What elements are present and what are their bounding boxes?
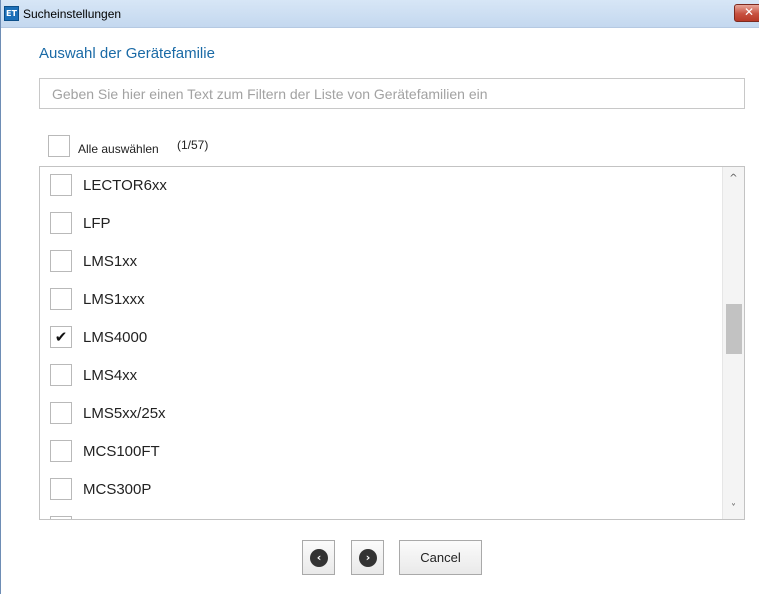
chevron-left-icon: ‹ — [310, 549, 328, 567]
select-all-checkbox[interactable] — [48, 135, 70, 157]
list-item-lms1xx[interactable]: LMS1xx — [40, 243, 720, 281]
item-label: LMS4xx — [83, 367, 138, 384]
window-title: Sucheinstellungen — [23, 7, 122, 21]
list-item-lms4xx[interactable]: LMS4xx — [40, 357, 720, 395]
list-item-lms1xxx[interactable]: LMS1xxx — [40, 281, 720, 319]
selection-count: (1/57) — [177, 138, 209, 152]
item-label: MCS300P — [83, 481, 152, 498]
item-checkbox[interactable] — [50, 250, 72, 272]
item-checkbox-checked[interactable]: ✔ — [50, 326, 72, 348]
list-item-lms5xx-25x[interactable]: LMS5xx/25x — [40, 395, 720, 433]
list-item-mcs300p[interactable]: MCS300P — [40, 471, 720, 509]
item-label: MCS100FT — [83, 443, 160, 460]
chevron-right-icon: › — [359, 549, 377, 567]
search-settings-dialog: ET Sucheinstellungen ✕ Auswahl der Gerät… — [0, 0, 759, 594]
close-icon: ✕ — [744, 5, 755, 19]
item-label: LMS1xx — [83, 253, 138, 270]
item-label: LFP — [83, 215, 111, 232]
list-item-lector6xx[interactable]: LECTOR6xx — [40, 167, 720, 205]
partial-item-checkbox[interactable] — [50, 516, 72, 519]
item-checkbox[interactable] — [50, 402, 72, 424]
scroll-up-icon[interactable]: ^ — [723, 170, 744, 188]
item-checkbox[interactable] — [50, 440, 72, 462]
close-button[interactable]: ✕ — [734, 4, 759, 22]
item-checkbox[interactable] — [50, 364, 72, 386]
list-item-mcs100ft[interactable]: MCS100FT — [40, 433, 720, 471]
next-button[interactable]: › — [351, 540, 384, 575]
item-checkbox[interactable] — [50, 174, 72, 196]
item-label: LMS5xx/25x — [83, 405, 166, 422]
select-all-label: Alle auswählen — [78, 142, 159, 156]
item-checkbox[interactable] — [50, 478, 72, 500]
list-item-lfp[interactable]: LFP — [40, 205, 720, 243]
item-label: LMS1xxx — [83, 291, 145, 308]
scroll-thumb[interactable] — [726, 304, 742, 354]
list-scrollbar[interactable]: ^ ˅ — [722, 167, 744, 519]
cancel-button[interactable]: Cancel — [399, 540, 482, 575]
app-icon: ET — [4, 6, 19, 21]
item-checkbox[interactable] — [50, 212, 72, 234]
item-checkbox[interactable] — [50, 288, 72, 310]
item-label: LECTOR6xx — [83, 177, 167, 194]
item-label: LMS4000 — [83, 329, 148, 346]
filter-input[interactable] — [39, 78, 745, 109]
back-button[interactable]: ‹ — [302, 540, 335, 575]
device-family-list: LECTOR6xx LFP LMS1xx LMS1xxx ✔ LMS4000 L… — [39, 166, 745, 520]
checkmark-icon: ✔ — [54, 328, 68, 346]
title-bar[interactable]: ET Sucheinstellungen ✕ — [1, 0, 759, 28]
scroll-down-icon[interactable]: ˅ — [723, 500, 744, 518]
section-title: Auswahl der Gerätefamilie — [39, 45, 215, 62]
list-item-lms4000[interactable]: ✔ LMS4000 — [40, 319, 720, 357]
